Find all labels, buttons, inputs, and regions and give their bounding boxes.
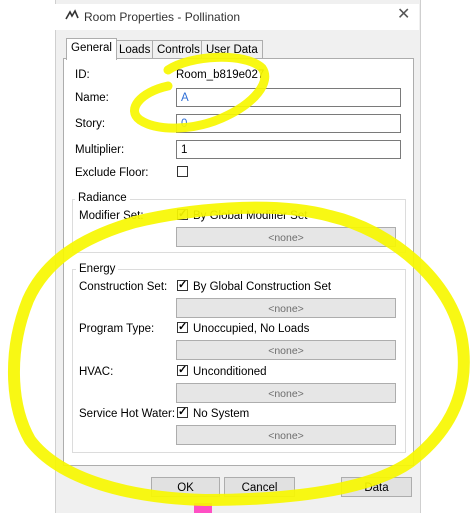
modifier-set-label: Modifier Set:	[79, 210, 144, 222]
radiance-group-title: Radiance	[75, 192, 130, 204]
tab-loads[interactable]: Loads	[114, 40, 156, 59]
multiplier-label: Multiplier:	[75, 144, 125, 156]
service-hot-water-checkbox[interactable]	[177, 405, 188, 418]
service-hot-water-checkbox-label: No System	[193, 408, 250, 420]
id-label: ID:	[75, 69, 90, 81]
cancel-button[interactable]: Cancel	[224, 477, 295, 497]
program-type-selector[interactable]: <none>	[176, 340, 396, 360]
energy-group-title: Energy	[76, 263, 119, 275]
service-hot-water-selector[interactable]: <none>	[176, 425, 396, 445]
background-window-fragment	[194, 503, 212, 513]
name-input[interactable]: A	[176, 88, 401, 107]
program-type-checkbox-label: Unoccupied, No Loads	[193, 323, 310, 335]
modifier-set-checkbox[interactable]	[177, 207, 188, 220]
data-button[interactable]: Data	[341, 477, 412, 497]
service-hot-water-label: Service Hot Water:	[79, 408, 176, 420]
modifier-set-selector[interactable]: <none>	[176, 227, 396, 247]
program-type-checkbox[interactable]	[177, 320, 188, 333]
construction-set-label: Construction Set:	[79, 281, 168, 293]
modifier-set-checkbox-label: By Global Modifier Set	[193, 210, 308, 222]
tab-user-data[interactable]: User Data	[201, 40, 263, 59]
app-icon	[65, 9, 79, 20]
tab-general[interactable]: General	[66, 38, 117, 60]
construction-set-selector[interactable]: <none>	[176, 298, 396, 318]
ok-button[interactable]: OK	[151, 477, 220, 497]
story-label: Story:	[75, 118, 106, 130]
construction-set-checkbox[interactable]	[177, 278, 188, 291]
story-input[interactable]: 0	[176, 114, 401, 133]
construction-set-checkbox-label: By Global Construction Set	[193, 281, 332, 293]
multiplier-input[interactable]: 1	[176, 140, 401, 159]
hvac-selector[interactable]: <none>	[176, 383, 396, 403]
id-value: Room_b819e027	[176, 69, 265, 81]
hvac-label: HVAC:	[79, 366, 114, 378]
hvac-checkbox[interactable]	[177, 363, 188, 376]
window-title: Room Properties - Pollination	[84, 10, 241, 24]
program-type-label: Program Type:	[79, 323, 155, 335]
exclude-floor-label: Exclude Floor:	[75, 167, 149, 179]
tab-controls[interactable]: Controls	[152, 40, 205, 59]
close-icon[interactable]: ✕	[397, 7, 410, 23]
name-label: Name:	[75, 92, 109, 104]
hvac-checkbox-label: Unconditioned	[193, 366, 267, 378]
exclude-floor-checkbox[interactable]	[177, 166, 188, 177]
